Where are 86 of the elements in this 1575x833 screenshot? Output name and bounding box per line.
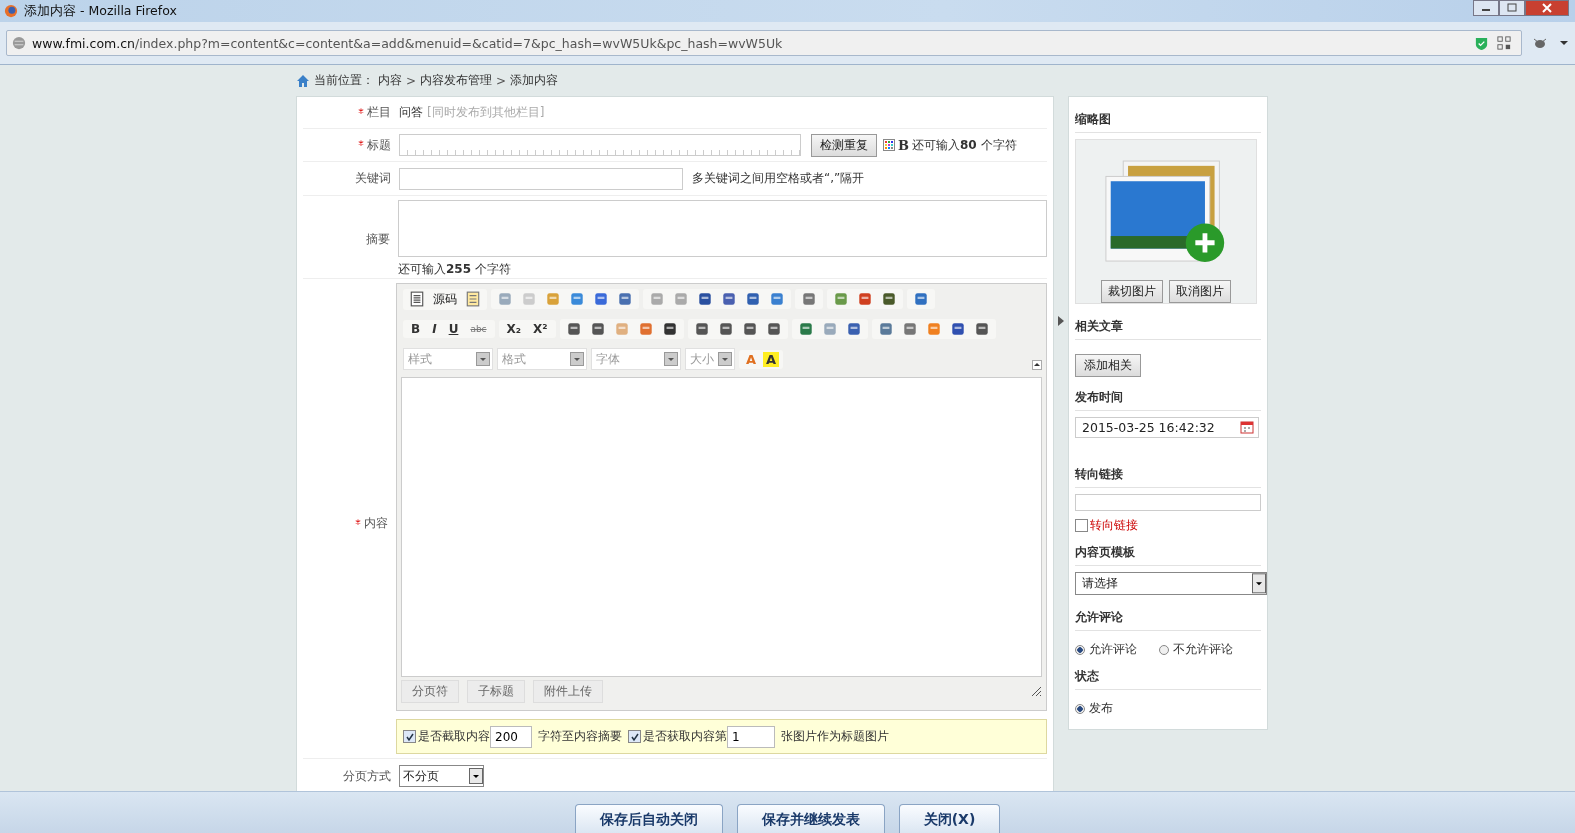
- address-bar[interactable]: www.fmi.com.cn/index.php?m=content&c=content&a=add&menuid=&catid=7&pc_hash=wvW5Uk&pc_hash=wvW5Uk: [6, 30, 1522, 56]
- checkbox[interactable]: [1075, 519, 1088, 533]
- background-color-button[interactable]: A: [763, 351, 780, 367]
- color-palette-icon[interactable]: [883, 139, 895, 151]
- format-button[interactable]: abc: [466, 324, 491, 334]
- checkbox-label: 转向链接: [1090, 517, 1138, 535]
- required-icon: [358, 140, 364, 146]
- breadcrumb-separator: >: [496, 73, 507, 88]
- radio-label: 发布: [1089, 700, 1113, 717]
- minimize-button[interactable]: [1473, 0, 1499, 16]
- editor-tab-button[interactable]: 子标题: [467, 679, 525, 703]
- field-label: 关键词: [355, 170, 391, 187]
- footer-button[interactable]: 关闭(X): [898, 804, 1001, 833]
- field-label: 内容: [364, 515, 388, 532]
- checkbox-label: 是否获取内容第: [643, 728, 727, 745]
- script-button[interactable]: X²: [529, 322, 552, 336]
- radio-button[interactable]: [1075, 644, 1085, 655]
- field-label: 摘要: [366, 230, 390, 248]
- summary-length-input[interactable]: 200: [490, 725, 532, 748]
- qr-code-icon[interactable]: [1497, 36, 1511, 50]
- title-char-count: 还可输入80 个字符: [912, 136, 1017, 154]
- url-text: www.fmi.com.cn/index.php?m=content&c=content&a=add&menuid=&catid=7&pc_hash=wvW5Uk&pc_hash=wvW5Uk: [32, 35, 783, 51]
- radio-label: 不允许评论: [1173, 641, 1233, 658]
- template-icon[interactable]: [465, 291, 481, 307]
- section-heading: 内容页模板: [1075, 538, 1261, 567]
- required-icon: [355, 518, 361, 525]
- breadcrumb-label: 当前位置：: [314, 72, 374, 89]
- check-duplicate-button[interactable]: 检测重复: [811, 133, 877, 157]
- shield-icon: [1474, 35, 1489, 51]
- section-heading: 相关文章: [1075, 312, 1261, 340]
- calendar-icon[interactable]: [1240, 420, 1254, 435]
- section-heading: 缩略图: [1075, 105, 1261, 133]
- radio-button[interactable]: [1159, 644, 1169, 655]
- checkbox[interactable]: [403, 730, 416, 743]
- checkbox-label: 是否截取内容: [418, 728, 490, 745]
- collapse-arrow-icon[interactable]: [1058, 316, 1064, 326]
- section-heading: 发布时间: [1075, 383, 1261, 411]
- category-value: 问答: [399, 104, 423, 121]
- footer-button[interactable]: 保存并继续发表: [736, 804, 885, 833]
- template-select[interactable]: 请选择: [1075, 572, 1267, 595]
- keywords-hint: 多关键词之间用空格或者“,”隔开: [692, 170, 865, 187]
- script-button[interactable]: X₂: [502, 322, 526, 336]
- image-index-input[interactable]: 1: [727, 725, 775, 748]
- document-icon[interactable]: [409, 291, 425, 307]
- option-text: 字符至内容摘要: [538, 728, 622, 745]
- collapse-toolbar-icon[interactable]: [1032, 360, 1042, 370]
- format-button[interactable]: B: [407, 322, 425, 336]
- summary-char-count: 还可输入255 个字符: [398, 261, 511, 278]
- thumbnail-button[interactable]: 取消图片: [1169, 280, 1231, 303]
- format-button[interactable]: U: [444, 322, 463, 336]
- close-button[interactable]: [1525, 0, 1569, 16]
- thumbnail-button[interactable]: 裁切图片: [1101, 280, 1163, 303]
- maximize-button[interactable]: [1499, 0, 1525, 16]
- required-icon: [358, 107, 364, 114]
- checkbox[interactable]: [628, 730, 641, 743]
- radio-button[interactable]: [1075, 703, 1085, 714]
- window-title: 添加内容 - Mozilla Firefox: [24, 2, 177, 20]
- format-button[interactable]: I: [428, 322, 441, 336]
- section-heading: 状态: [1075, 662, 1261, 690]
- editor-tab-button[interactable]: 附件上传: [533, 679, 603, 703]
- editor-tab-button[interactable]: 分页符: [401, 679, 459, 703]
- home-icon: [296, 73, 310, 88]
- breadcrumb-separator: >: [406, 73, 417, 88]
- breadcrumb-link[interactable]: 内容发布管理: [420, 72, 493, 89]
- field-label: 分页方式: [343, 767, 391, 785]
- field-label: 栏目: [367, 104, 391, 121]
- keywords-input[interactable]: [399, 167, 683, 190]
- footer-button[interactable]: 保存后自动关闭: [574, 804, 723, 833]
- section-heading: 允许评论: [1075, 603, 1261, 631]
- globe-icon: [12, 36, 26, 50]
- dropdown-arrow-icon[interactable]: [1560, 39, 1568, 47]
- pagination-select[interactable]: 不分页: [399, 765, 484, 787]
- add-related-button[interactable]: 添加相关: [1075, 354, 1141, 377]
- title-input[interactable]: [399, 134, 801, 156]
- breadcrumb-link[interactable]: 添加内容: [510, 72, 559, 89]
- breadcrumb-link[interactable]: 内容: [378, 72, 402, 89]
- close-icon: [1542, 3, 1552, 13]
- browser-logo-icon: [4, 4, 18, 18]
- field-label: 标题: [367, 136, 391, 154]
- bold-title-button[interactable]: B: [895, 137, 912, 153]
- resize-grip-icon[interactable]: [1030, 685, 1042, 697]
- redirect-url-input[interactable]: [1075, 493, 1261, 512]
- option-text: 张图片作为标题图片: [781, 728, 889, 745]
- radio-label: 允许评论: [1089, 641, 1137, 658]
- date-time-field[interactable]: 2015-03-25 16:42:32: [1075, 417, 1259, 438]
- section-heading: 转向链接: [1075, 459, 1261, 488]
